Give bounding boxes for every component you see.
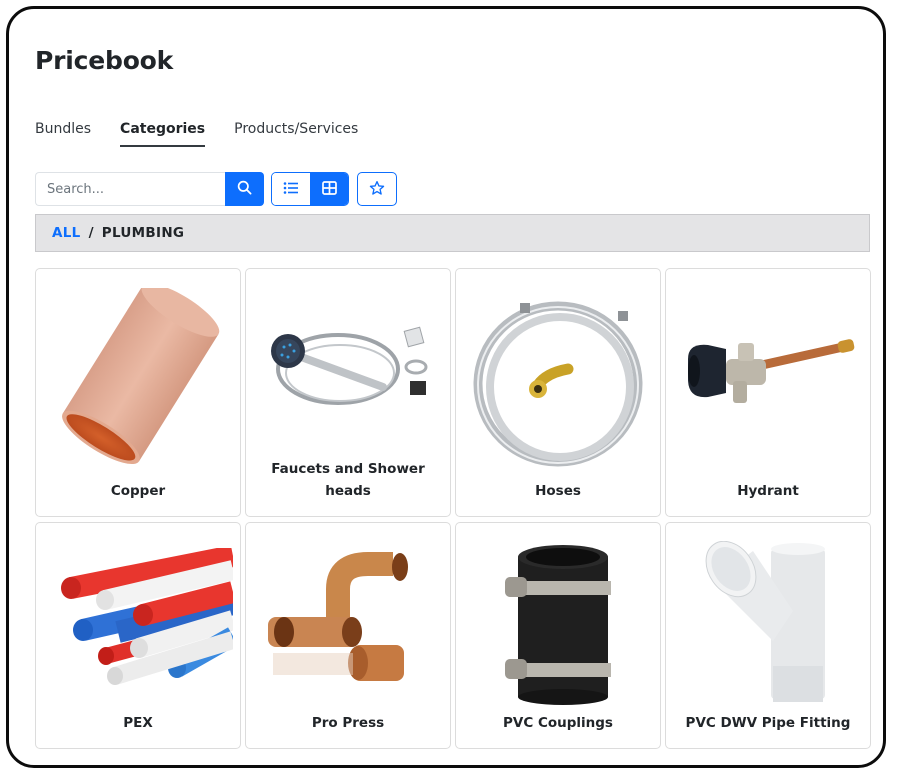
propress-fittings-image (246, 541, 450, 706)
tab-categories[interactable]: Categories (120, 118, 206, 147)
copper-coupling-image (36, 283, 240, 473)
pvc-wye-fitting-image (666, 541, 870, 709)
tab-bar: Bundles Categories Products/Services (35, 118, 387, 147)
category-card-pvc-couplings[interactable]: PVC Couplings (455, 522, 661, 749)
wall-hydrant-image (666, 269, 870, 489)
breadcrumb-all-link[interactable]: ALL (52, 225, 81, 241)
list-view-icon (283, 181, 299, 198)
view-toggle-group (271, 172, 349, 206)
rubber-coupling-image (456, 545, 660, 705)
category-grid: Copper Faucets and Shower heads Hoses Hy… (35, 268, 871, 771)
list-view-button[interactable] (272, 173, 310, 205)
tab-products-services[interactable]: Products/Services (234, 118, 358, 147)
category-card-pvc-dwv-pipe-fitting[interactable]: PVC DWV Pipe Fitting (665, 522, 871, 749)
category-label: Hydrant (737, 483, 799, 499)
category-label: Copper (110, 483, 166, 499)
category-card-copper[interactable]: Copper (35, 268, 241, 517)
breadcrumb-current: PLUMBING (101, 225, 185, 241)
category-label: PVC DWV Pipe Fitting (685, 715, 851, 731)
braided-hose-image (456, 289, 660, 479)
breadcrumb: ALL / PLUMBING (35, 214, 870, 252)
category-label: Pro Press (311, 715, 385, 731)
category-card-hoses[interactable]: Hoses (455, 268, 661, 517)
star-icon (369, 180, 385, 199)
favorites-button[interactable] (357, 172, 397, 206)
category-label: Faucets and Shower heads (271, 461, 425, 499)
category-label: PEX (123, 715, 153, 731)
grid-view-button[interactable] (310, 173, 348, 205)
category-label: PVC Couplings (503, 715, 613, 731)
breadcrumb-separator: / (88, 225, 94, 241)
page-title: Pricebook (35, 46, 174, 75)
search-group (35, 172, 264, 206)
category-card-hydrant[interactable]: Hydrant (665, 268, 871, 517)
category-card-pro-press[interactable]: Pro Press (245, 522, 451, 749)
toolbar (35, 172, 397, 206)
tab-bundles[interactable]: Bundles (35, 118, 91, 147)
category-card-pex[interactable]: PEX (35, 522, 241, 749)
category-label: Hoses (535, 483, 581, 499)
grid-view-icon (321, 180, 337, 198)
search-icon (237, 180, 252, 198)
search-input[interactable] (35, 172, 225, 206)
category-card-faucets-and-shower-heads[interactable]: Faucets and Shower heads (245, 268, 451, 517)
search-button[interactable] (225, 172, 264, 206)
shower-head-kit-image (246, 269, 450, 469)
pex-tubing-image (36, 543, 240, 703)
